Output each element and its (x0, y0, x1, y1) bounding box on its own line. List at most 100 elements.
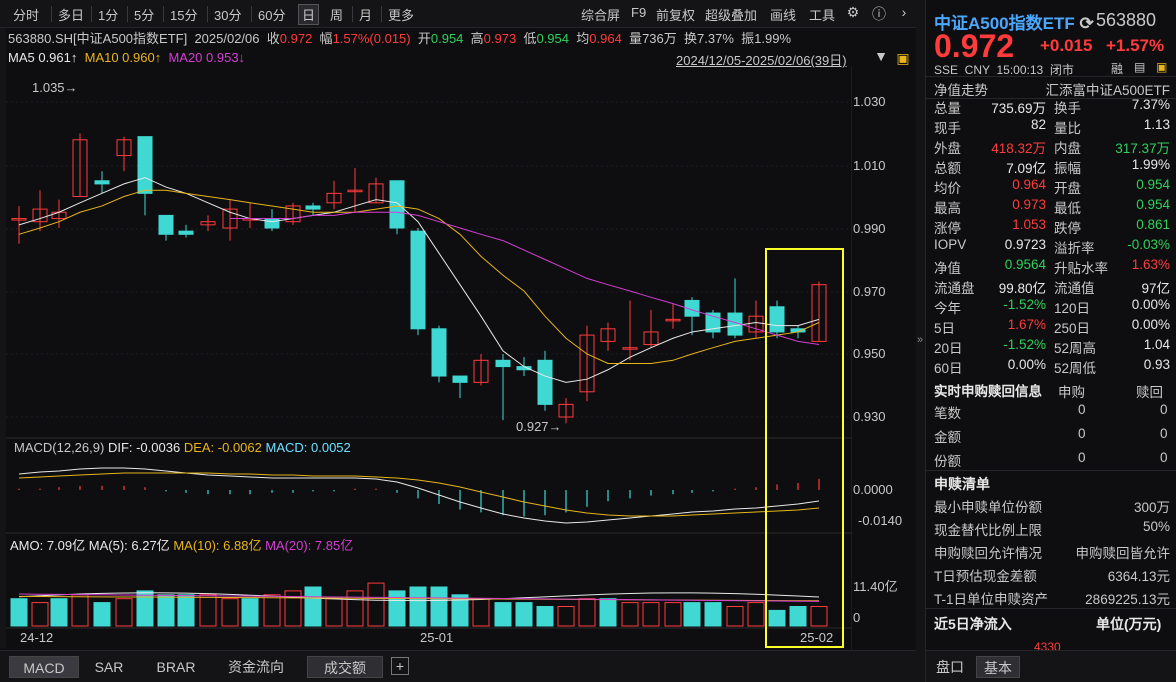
stat-value: 97亿 (1141, 281, 1170, 296)
list-value: 50% (1142, 519, 1170, 534)
composite-screen-button[interactable]: 综合屏 (581, 5, 620, 24)
period-tab[interactable]: 30分 (214, 5, 241, 24)
tab-macd[interactable]: MACD (9, 656, 79, 678)
volume-bar (31, 602, 49, 627)
candle-body (158, 214, 174, 235)
f9-button[interactable]: F9 (631, 5, 646, 20)
period-tab-day[interactable]: 日 (298, 4, 320, 25)
tab-orderbook[interactable]: 盘口 (930, 656, 970, 678)
stat-value: 0.93 (1143, 357, 1170, 372)
fund-code: 563880 (1096, 10, 1157, 30)
volume-bar (704, 602, 722, 627)
high-value: 0.973 (483, 31, 517, 46)
amo-ma10: MA(10): 6.88亿 (173, 538, 262, 553)
list-icon[interactable]: ▤ (1134, 60, 1145, 74)
date-axis-label: 25-01 (420, 630, 454, 645)
tab-sar[interactable]: SAR (86, 656, 132, 678)
stat-value: 1.053 (1012, 217, 1046, 232)
stat-label: 净值 (934, 261, 961, 276)
stat-label: 20日 (934, 341, 963, 356)
volume-bar (157, 594, 175, 627)
macd-dea: DEA: -0.0062 (183, 440, 262, 455)
macd-axis-label: 0.0000 (853, 482, 893, 497)
period-tab[interactable]: 分时 (13, 5, 39, 24)
tab-basic[interactable]: 基本 (976, 656, 1020, 678)
stat-row: 流通盘 99.80亿 流通值 97亿 (934, 277, 1174, 297)
super-overlay-button[interactable]: 超级叠加 (705, 5, 757, 24)
gear-icon[interactable]: ⚙ (844, 4, 862, 21)
amo-legend: AMO: 7.09亿 MA(5): 6.27亿 MA(10): 6.88亿 MA… (10, 535, 353, 554)
period-tab[interactable]: 5分 (134, 5, 154, 24)
low-price-marker: 0.927→ (516, 419, 562, 434)
turn-label: 换 (684, 31, 698, 46)
volume-bar (136, 590, 154, 627)
ma5-legend: MA5 0.961↑ (8, 50, 78, 65)
period-tab[interactable]: 15分 (170, 5, 197, 24)
close-value: 0.972 (279, 31, 313, 46)
candlestick-chart[interactable] (6, 66, 852, 650)
tools-menu[interactable]: 工具 (809, 5, 835, 24)
stat-label: 均价 (934, 181, 961, 196)
date-axis-label: 24-12 (20, 630, 54, 645)
amo-ma20: MA(20): 7.85亿 (265, 538, 354, 553)
lock-icon[interactable]: ▣ (894, 50, 912, 67)
volume-bar (93, 602, 111, 627)
period-tab[interactable]: 周 (330, 5, 343, 24)
chevron-right-icon[interactable]: › (895, 4, 913, 20)
stat-label: 52周低 (1054, 361, 1097, 376)
draw-line-button[interactable]: 画线 (770, 5, 796, 24)
macd-value: MACD: 0.0052 (265, 440, 351, 455)
list-value: 申购赎回皆允许 (1075, 546, 1171, 561)
add-tab-icon[interactable]: + (391, 657, 409, 675)
lock-icon[interactable]: ▣ (1156, 60, 1167, 74)
stat-row: 今年 -1.52% 120日 0.00% (934, 297, 1174, 317)
stat-row: 净值 0.9564 升贴水率 1.63% (934, 257, 1174, 277)
period-toolbar: 分时 多日 1分 5分 15分 30分 60分 日 周 月 更多 综合屏 F9 … (0, 0, 916, 28)
help-icon[interactable]: ⓘ (870, 4, 888, 24)
tab-turnover[interactable]: 成交额 (307, 656, 383, 678)
nav-trend-link[interactable]: 净值走势 (934, 79, 988, 99)
stat-value: 1.04 (1143, 337, 1170, 352)
list-row: 最小申赎单位份额 300万 (934, 496, 1174, 516)
stat-label: 跌停 (1054, 221, 1081, 236)
ma10-legend: MA10 0.960↑ (84, 50, 162, 65)
last-price: 0.972 (934, 28, 1015, 64)
volume-bar (263, 594, 281, 627)
stat-label: 流通盘 (934, 281, 975, 296)
redeem-value: 0 (1078, 402, 1086, 417)
triangle-down-icon[interactable]: ▼ (872, 48, 890, 64)
stat-row: 均价 0.964 开盘 0.954 (934, 177, 1174, 197)
low-mark-text: 0.927 (516, 419, 549, 434)
tab-capital-flow[interactable]: 资金流向 (218, 656, 294, 678)
list-label: 最小申赎单位份额 (934, 500, 1042, 515)
stat-label: 60日 (934, 361, 963, 376)
period-tab[interactable]: 多日 (58, 5, 84, 24)
volume-bar (388, 590, 406, 627)
period-tab[interactable]: 1分 (98, 5, 118, 24)
quote-side-panel: 中证A500指数ETF ⟳ 563880 0.972 +0.015 +1.57%… (925, 0, 1176, 682)
stat-label: 量比 (1054, 121, 1081, 136)
more-periods-menu[interactable]: 更多 (388, 5, 414, 24)
collapse-icon[interactable]: » (917, 334, 923, 346)
volume-bar (726, 606, 744, 627)
stat-row: 现手 82 量比 1.13 (934, 117, 1174, 137)
stat-label: 升贴水率 (1054, 261, 1108, 276)
stat-value: 0.964 (1012, 177, 1046, 192)
stat-label: 今年 (934, 301, 961, 316)
list-value: 2869225.13元 (1085, 592, 1170, 607)
tab-brar[interactable]: BRAR (148, 656, 204, 678)
stat-label: 最高 (934, 201, 961, 216)
list-label: 申购赎回允许情况 (934, 546, 1042, 561)
refresh-icon[interactable]: ⟳ (1075, 14, 1093, 33)
stat-row: 5日 1.67% 250日 0.00% (934, 317, 1174, 337)
forward-adjust-button[interactable]: 前复权 (656, 5, 695, 24)
close-label: 收 (266, 31, 280, 46)
volume-bar (557, 606, 575, 627)
stat-value: 735.69万 (991, 101, 1046, 116)
volume-bar (177, 594, 195, 627)
price-axis-label: 0.950 (853, 346, 886, 361)
period-tab[interactable]: 月 (359, 5, 372, 24)
panel-splitter[interactable]: » (916, 0, 925, 682)
period-tab[interactable]: 60分 (258, 5, 285, 24)
redeem-value: 0 (1078, 426, 1086, 441)
